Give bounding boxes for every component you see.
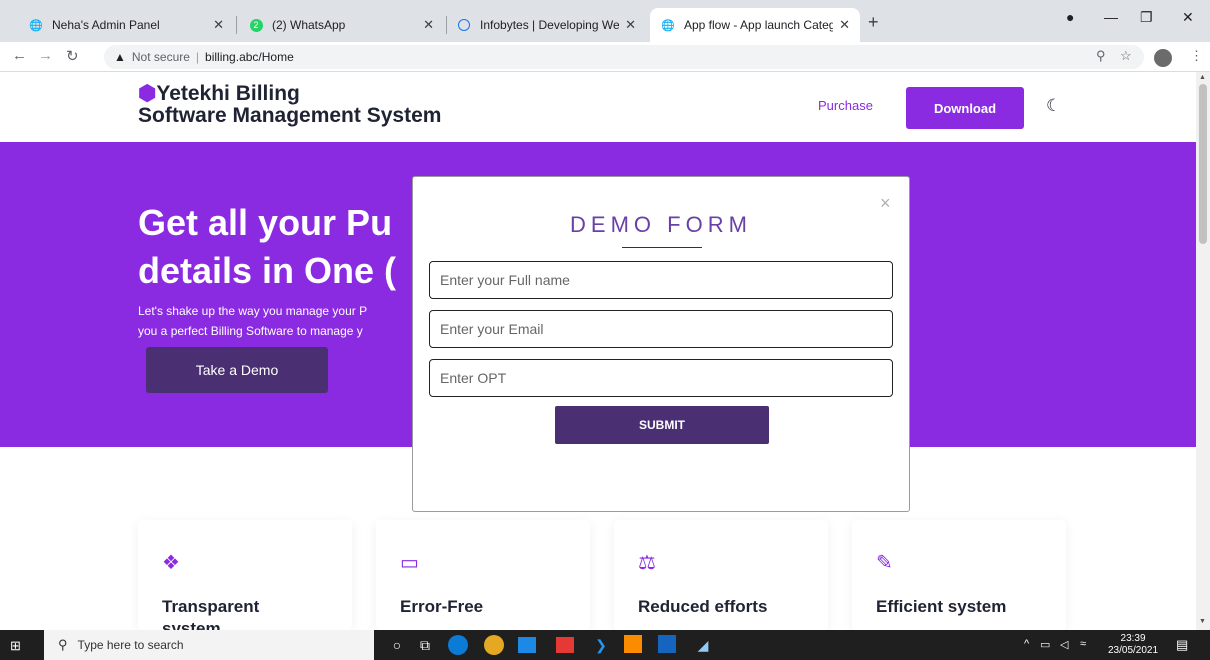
tab-whatsapp[interactable]: 2 (2) WhatsApp ✕ bbox=[238, 8, 444, 42]
notifications-icon[interactable]: ▤ bbox=[1176, 637, 1188, 653]
word-icon[interactable] bbox=[658, 635, 676, 653]
feature-card: ✎ Efficient system bbox=[852, 520, 1066, 630]
battery-icon[interactable]: ▭ bbox=[1040, 638, 1050, 651]
page-scrollbar[interactable]: ▲ ▼ bbox=[1196, 72, 1210, 630]
edit-icon: ✎ bbox=[876, 552, 893, 574]
tab-nehas-admin-panel[interactable]: 🌐 Neha's Admin Panel ✕ bbox=[18, 8, 234, 42]
feature-title: Efficient system bbox=[876, 597, 1007, 616]
moon-icon[interactable]: ☾ bbox=[1046, 96, 1061, 116]
submit-button[interactable]: SUBMIT bbox=[555, 406, 769, 444]
otp-input[interactable] bbox=[429, 359, 893, 397]
close-tab-icon[interactable]: ✕ bbox=[213, 17, 224, 33]
globe-icon: 🌐 bbox=[661, 19, 675, 32]
taskbar-search[interactable]: ⚲ Type here to search bbox=[44, 630, 374, 660]
url-text: billing.abc/Home bbox=[205, 50, 294, 64]
modal-title: DEMO FORM bbox=[570, 212, 752, 237]
notepad-icon[interactable]: ◢ bbox=[692, 635, 714, 655]
browser-toolbar: ← → ↻ ▲ Not secure | billing.abc/Home ⚲ … bbox=[0, 42, 1210, 72]
take-demo-button[interactable]: Take a Demo bbox=[146, 347, 328, 393]
taskbar-clock[interactable]: 23:39 23/05/2021 bbox=[1108, 633, 1158, 657]
windows-taskbar: ⊞ ⚲ Type here to search ○ ⧉ ❯ ◢ ^ ▭ ◁ ≈ … bbox=[0, 630, 1210, 660]
tab-infobytes[interactable]: Infobytes | Developing Websites, ✕ bbox=[446, 8, 646, 42]
download-button[interactable]: Download bbox=[906, 87, 1024, 129]
address-bar[interactable]: ▲ Not secure | billing.abc/Home bbox=[104, 45, 1144, 69]
tab-app-flow[interactable]: 🌐 App flow - App launch Category ✕ bbox=[650, 8, 860, 42]
close-modal-icon[interactable]: × bbox=[880, 193, 891, 214]
task-view-icon[interactable]: ⧉ bbox=[414, 635, 436, 655]
title-underline bbox=[622, 247, 702, 248]
bookmark-star-icon[interactable]: ☆ bbox=[1120, 48, 1132, 64]
feature-title: Reduced efforts bbox=[638, 597, 768, 616]
cortana-icon[interactable]: ○ bbox=[386, 635, 408, 655]
menu-kebab-icon[interactable]: ⋮ bbox=[1190, 48, 1203, 64]
chrome-icon[interactable] bbox=[484, 635, 504, 655]
infobytes-icon bbox=[456, 17, 472, 33]
laptop-icon: ▭ bbox=[400, 552, 419, 574]
restore-icon[interactable]: ❐ bbox=[1140, 9, 1153, 26]
search-icon: ⚲ bbox=[58, 637, 68, 652]
profile-dot-icon[interactable]: ● bbox=[1066, 9, 1074, 25]
email-input[interactable] bbox=[429, 310, 893, 348]
close-tab-icon[interactable]: ✕ bbox=[839, 17, 850, 33]
hero-title: Get all your Pu details in One ( bbox=[138, 202, 397, 291]
hero-description: Let's shake up the way you manage your P… bbox=[138, 304, 368, 338]
cubes-icon: ❖ bbox=[162, 552, 180, 574]
vscode-icon[interactable]: ❯ bbox=[590, 635, 612, 655]
minimize-icon[interactable]: — bbox=[1104, 9, 1118, 25]
back-arrow-icon[interactable]: ← bbox=[12, 47, 27, 64]
balance-scale-icon: ⚖ bbox=[638, 552, 656, 574]
close-tab-icon[interactable]: ✕ bbox=[625, 17, 636, 33]
scroll-down-icon[interactable]: ▼ bbox=[1199, 618, 1206, 625]
scroll-up-icon[interactable]: ▲ bbox=[1199, 74, 1206, 81]
feature-title: Error-Free bbox=[400, 597, 484, 616]
tab-divider bbox=[236, 16, 237, 34]
browser-tab-strip: 🌐 Neha's Admin Panel ✕ 2 (2) WhatsApp ✕ … bbox=[0, 0, 1210, 42]
xampp-icon[interactable] bbox=[624, 635, 642, 653]
brand-logo[interactable]: ⬢Yetekhi Billing Software Management Sys… bbox=[138, 83, 441, 127]
new-tab-button[interactable]: + bbox=[868, 12, 879, 33]
close-tab-icon[interactable]: ✕ bbox=[423, 17, 434, 33]
forward-arrow-icon[interactable]: → bbox=[38, 47, 53, 64]
globe-icon: 🌐 bbox=[29, 19, 43, 32]
close-window-icon[interactable]: ✕ bbox=[1182, 9, 1194, 26]
anydesk-icon[interactable] bbox=[556, 637, 574, 653]
windows-start-icon[interactable]: ⊞ bbox=[10, 638, 21, 654]
speaker-icon[interactable]: ◁ bbox=[1060, 638, 1068, 651]
site-header: ⬢Yetekhi Billing Software Management Sys… bbox=[0, 72, 1196, 142]
wifi-icon[interactable]: ≈ bbox=[1080, 638, 1086, 650]
zoom-icon[interactable]: ⚲ bbox=[1096, 48, 1106, 64]
edge-icon[interactable] bbox=[448, 635, 468, 655]
purchase-link[interactable]: Purchase bbox=[818, 98, 873, 113]
profile-avatar[interactable] bbox=[1154, 49, 1172, 67]
file-explorer-icon[interactable] bbox=[518, 637, 536, 653]
scrollbar-thumb[interactable] bbox=[1199, 84, 1207, 244]
tray-chevron-icon[interactable]: ^ bbox=[1024, 638, 1029, 650]
full-name-input[interactable] bbox=[429, 261, 893, 299]
feature-card: ❖ Transparent system bbox=[138, 520, 352, 638]
warning-icon: ▲ bbox=[114, 50, 126, 64]
cube-icon: ⬢ bbox=[138, 82, 157, 105]
feature-card: ⚖ Reduced efforts bbox=[614, 520, 828, 630]
whatsapp-icon: 2 bbox=[248, 17, 264, 33]
feature-card: ▭ Error-Free bbox=[376, 520, 590, 630]
reload-icon[interactable]: ↻ bbox=[66, 47, 79, 65]
